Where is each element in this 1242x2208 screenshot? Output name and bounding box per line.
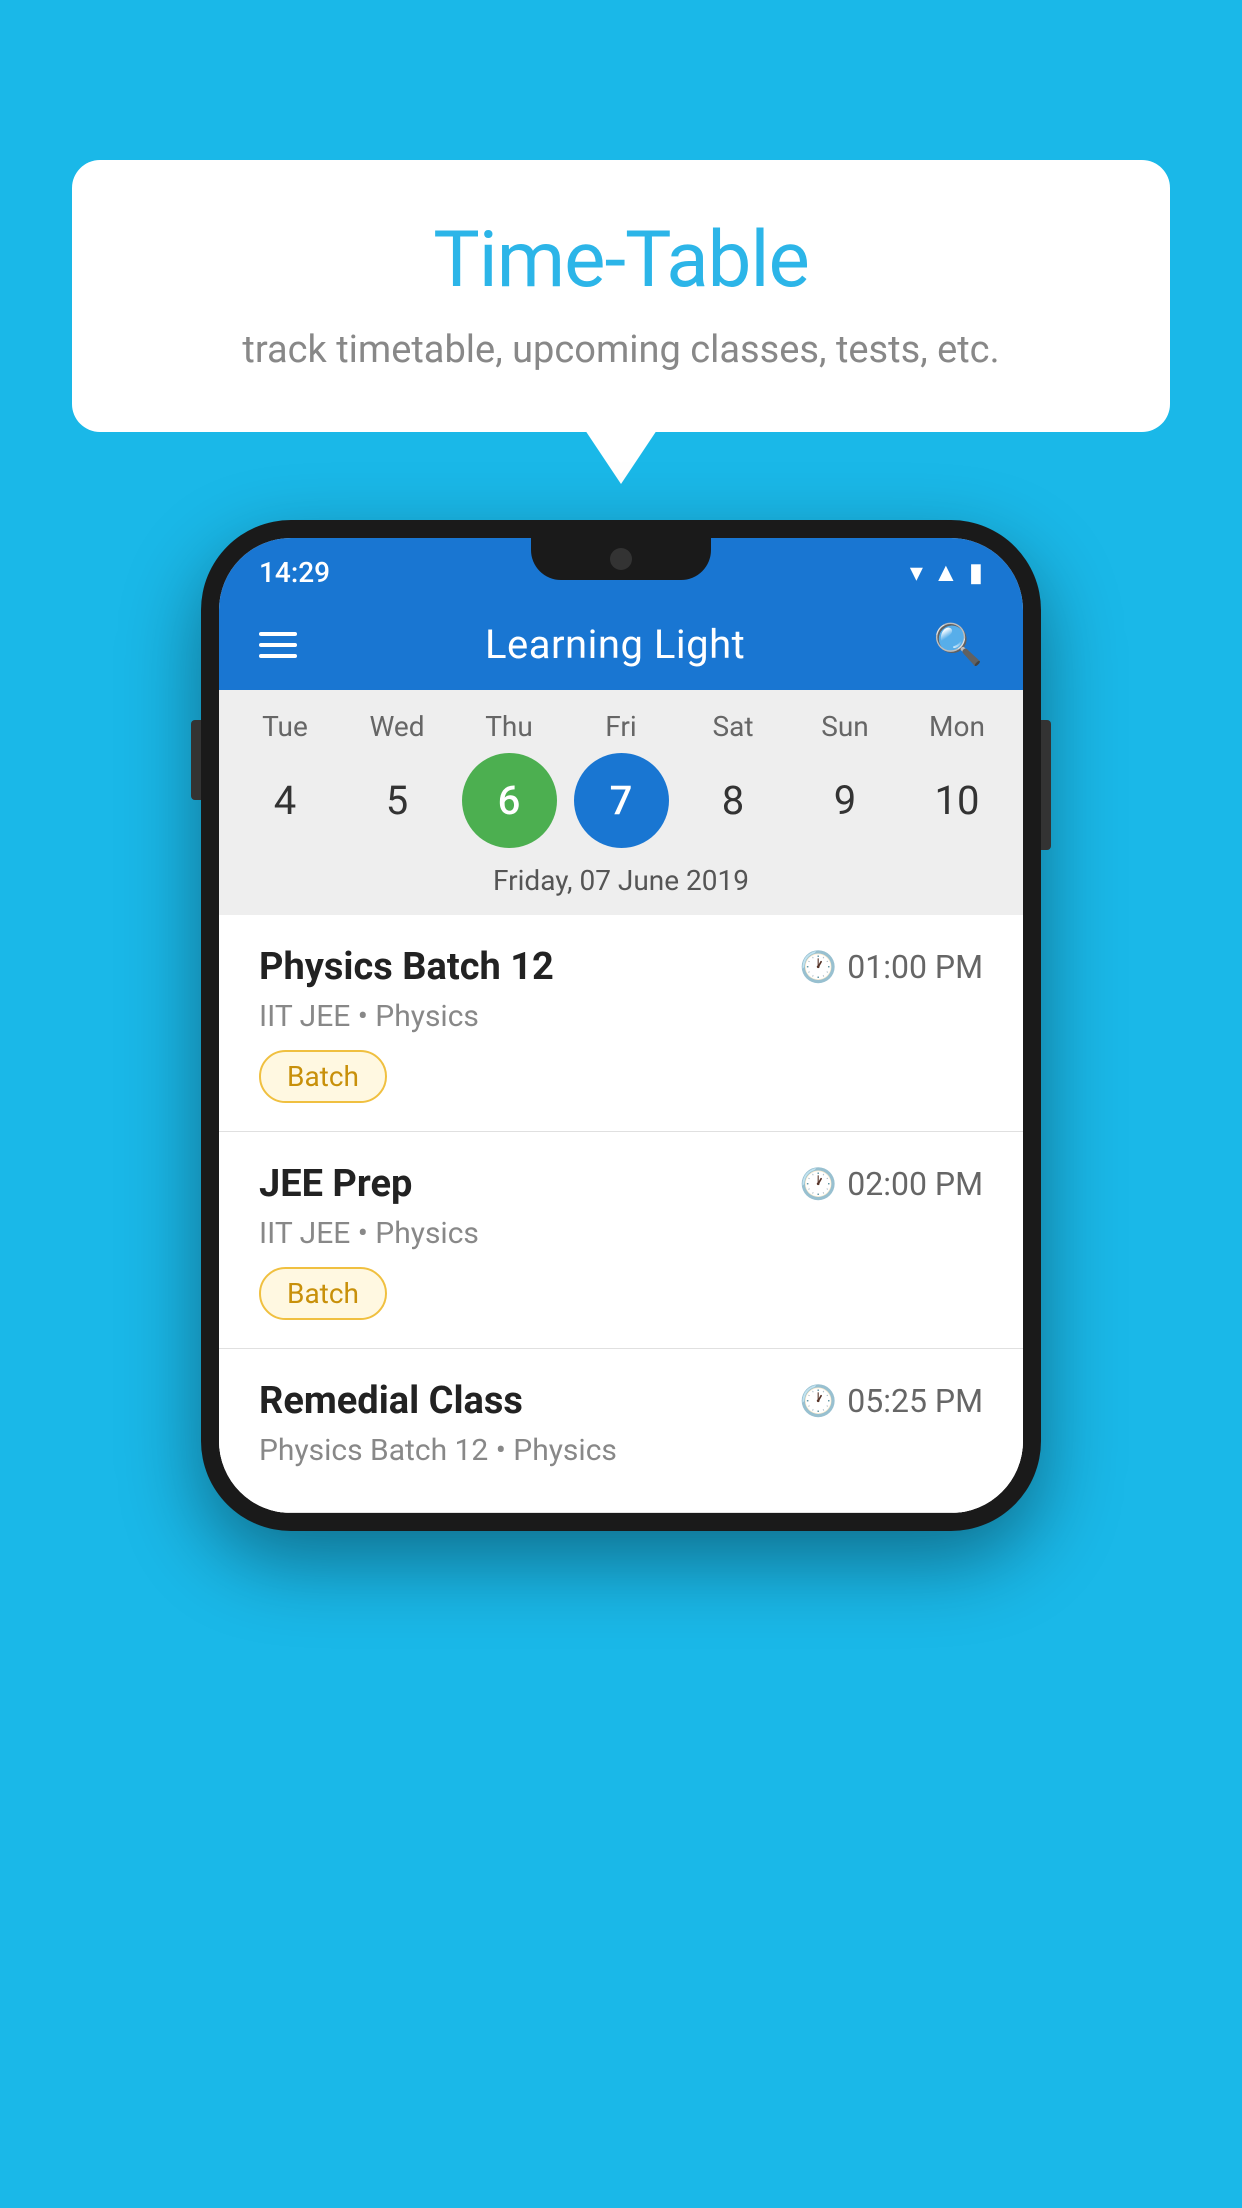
app-title: Learning Light [485, 621, 745, 668]
schedule-subtitle-2: IIT JEE • Physics [259, 1216, 983, 1251]
day-4[interactable]: 4 [238, 753, 333, 848]
day-header-wed: Wed [350, 710, 445, 743]
status-time: 14:29 [259, 556, 330, 589]
day-headers: Tue Wed Thu Fri Sat Sun Mon [219, 710, 1023, 753]
day-6-today[interactable]: 6 [462, 753, 557, 848]
calendar-strip: Tue Wed Thu Fri Sat Sun Mon 4 5 6 7 8 9 … [219, 690, 1023, 915]
schedule-time-2: 🕐 02:00 PM [800, 1165, 983, 1203]
schedule-title-2: JEE Prep [259, 1162, 412, 1206]
menu-button[interactable] [259, 632, 297, 658]
day-9[interactable]: 9 [798, 753, 893, 848]
phone-mockup: 14:29 ▾ ▲ ▮ Learning Light 🔍 [201, 520, 1041, 1531]
day-10[interactable]: 10 [910, 753, 1005, 848]
day-numbers: 4 5 6 7 8 9 10 [219, 753, 1023, 864]
phone-frame: 14:29 ▾ ▲ ▮ Learning Light 🔍 [201, 520, 1041, 1531]
phone-notch [531, 538, 711, 580]
app-bar: Learning Light 🔍 [219, 599, 1023, 690]
schedule-item-physics-batch[interactable]: Physics Batch 12 🕐 01:00 PM IIT JEE • Ph… [219, 915, 1023, 1132]
schedule-time-text-2: 02:00 PM [847, 1165, 983, 1203]
schedule-item-header-3: Remedial Class 🕐 05:25 PM [259, 1379, 983, 1423]
menu-line-1 [259, 632, 297, 636]
schedule-list: Physics Batch 12 🕐 01:00 PM IIT JEE • Ph… [219, 915, 1023, 1513]
speech-bubble: Time-Table track timetable, upcoming cla… [72, 160, 1170, 432]
selected-date-label: Friday, 07 June 2019 [219, 864, 1023, 915]
hero-subtitle: track timetable, upcoming classes, tests… [132, 328, 1110, 372]
day-header-sat: Sat [686, 710, 781, 743]
schedule-subtitle-1: IIT JEE • Physics [259, 999, 983, 1034]
schedule-time-text-3: 05:25 PM [847, 1382, 983, 1420]
phone-screen: 14:29 ▾ ▲ ▮ Learning Light 🔍 [219, 538, 1023, 1513]
day-header-mon: Mon [910, 710, 1005, 743]
day-header-tue: Tue [238, 710, 333, 743]
schedule-item-header-1: Physics Batch 12 🕐 01:00 PM [259, 945, 983, 989]
battery-icon: ▮ [969, 558, 983, 588]
schedule-item-jee-prep[interactable]: JEE Prep 🕐 02:00 PM IIT JEE • Physics Ba… [219, 1132, 1023, 1349]
day-8[interactable]: 8 [686, 753, 781, 848]
schedule-time-3: 🕐 05:25 PM [800, 1382, 983, 1420]
schedule-item-header-2: JEE Prep 🕐 02:00 PM [259, 1162, 983, 1206]
search-button[interactable]: 🔍 [933, 621, 983, 668]
schedule-time-text-1: 01:00 PM [847, 948, 983, 986]
power-button [1041, 720, 1051, 850]
day-header-fri: Fri [574, 710, 669, 743]
schedule-subtitle-3: Physics Batch 12 • Physics [259, 1433, 983, 1468]
status-icons: ▾ ▲ ▮ [910, 557, 983, 588]
batch-badge-1: Batch [259, 1050, 387, 1103]
batch-badge-2: Batch [259, 1267, 387, 1320]
hero-title: Time-Table [132, 215, 1110, 306]
schedule-title-3: Remedial Class [259, 1379, 523, 1423]
schedule-time-1: 🕐 01:00 PM [800, 948, 983, 986]
signal-icon: ▲ [933, 557, 959, 588]
clock-icon-3: 🕐 [800, 1384, 837, 1419]
wifi-icon: ▾ [910, 558, 923, 588]
volume-button [191, 720, 201, 800]
day-5[interactable]: 5 [350, 753, 445, 848]
schedule-title-1: Physics Batch 12 [259, 945, 554, 989]
day-header-sun: Sun [798, 710, 893, 743]
clock-icon-2: 🕐 [800, 1167, 837, 1202]
front-camera [610, 548, 632, 570]
schedule-item-remedial[interactable]: Remedial Class 🕐 05:25 PM Physics Batch … [219, 1349, 1023, 1513]
clock-icon-1: 🕐 [800, 950, 837, 985]
day-header-thu: Thu [462, 710, 557, 743]
menu-line-2 [259, 643, 297, 647]
day-7-selected[interactable]: 7 [574, 753, 669, 848]
menu-line-3 [259, 654, 297, 658]
